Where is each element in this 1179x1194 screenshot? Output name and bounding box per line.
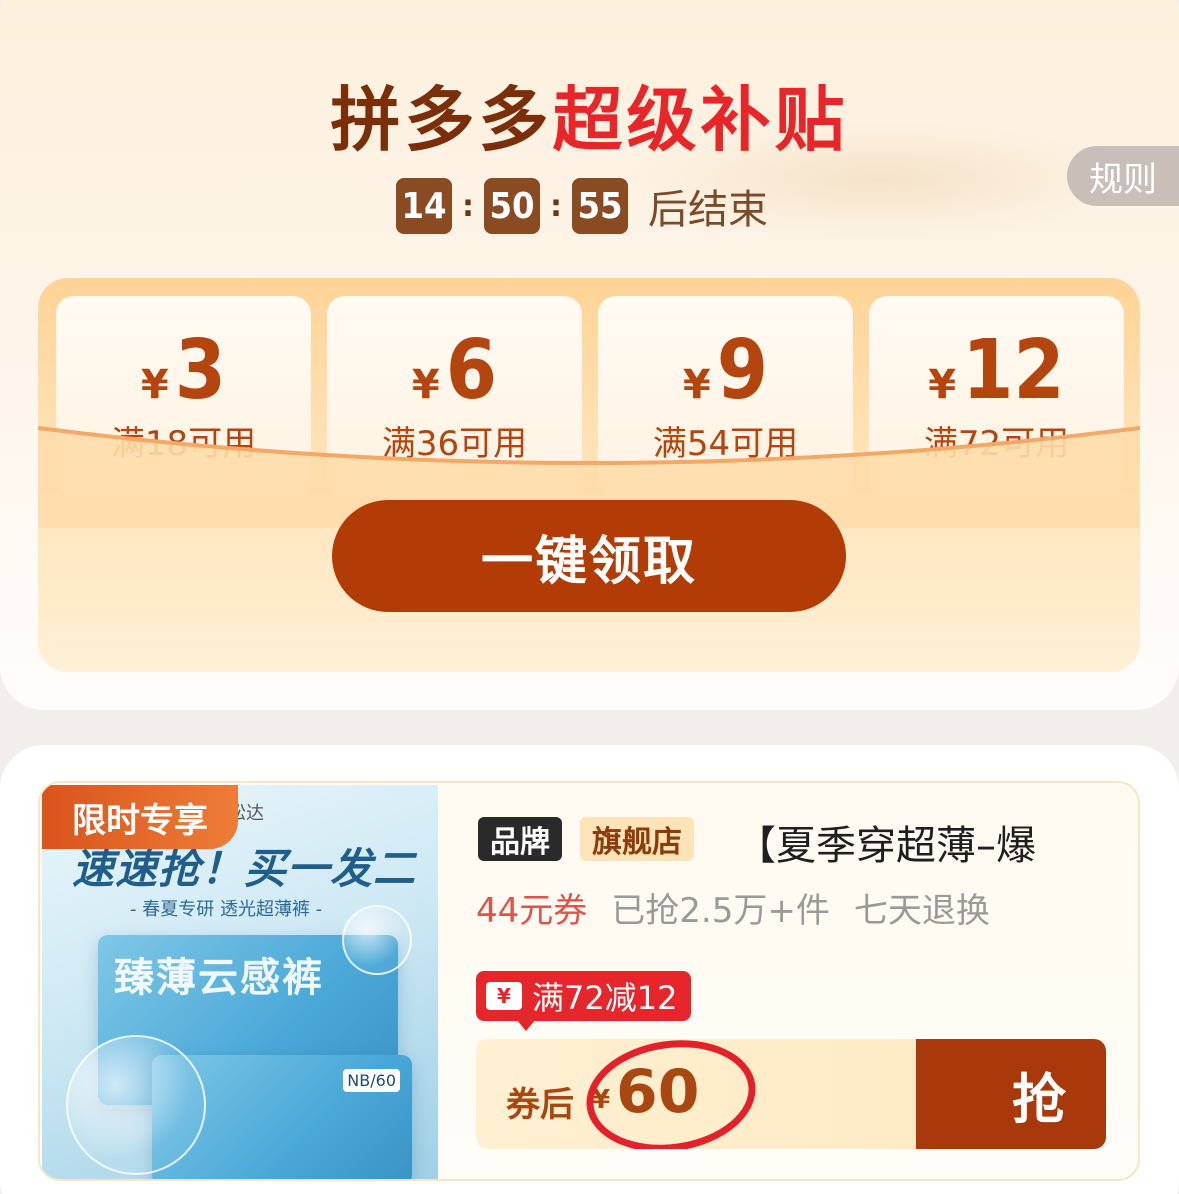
red-circle-annotation	[579, 1039, 763, 1149]
super-subsidy-card: 拼多多超级补贴 14 : 50 : 55 后结束 规则 ¥ 3 满18可用 ¥ …	[0, 0, 1179, 710]
countdown-seconds: 55	[572, 178, 628, 234]
sold-count: 已抢2.5万+件	[611, 891, 830, 931]
bubble-decoration	[66, 1035, 206, 1175]
product-title[interactable]: 【夏季穿超薄–爆	[736, 813, 1036, 871]
coupon-panel: ¥ 3 满18可用 ¥ 6 满36可用 ¥ 9 满54可用 ¥ 12 一键领取	[38, 278, 1140, 672]
bubble-decoration	[342, 905, 412, 975]
product-item[interactable]: 限时专享 松达 速速抢！买一发二 - 春夏专研 透光超薄裤 - 臻薄云感裤 NB…	[38, 781, 1140, 1181]
product-image[interactable]: 限时专享 松达 速速抢！买一发二 - 春夏专研 透光超薄裤 - 臻薄云感裤 NB…	[42, 785, 438, 1179]
title-subsidy: 超级补贴	[552, 79, 849, 161]
pack-label: 臻薄云感裤	[114, 955, 324, 1001]
countdown-colon: :	[550, 188, 562, 224]
coupon-amount: ¥ 9	[598, 326, 853, 416]
title-brand: 拼多多	[330, 79, 553, 161]
price-label: 券后	[506, 1085, 574, 1125]
discount-tag: ¥ 满72减12	[476, 971, 692, 1031]
coupon-amount: ¥ 3	[56, 326, 311, 416]
limited-time-tag: 限时专享	[42, 785, 238, 849]
coupon-value: 3	[174, 323, 227, 418]
product-card: 限时专享 松达 速速抢！买一发二 - 春夏专研 透光超薄裤 - 臻薄云感裤 NB…	[0, 745, 1179, 1194]
ticket-icon: ¥	[486, 982, 522, 1010]
image-promo-subtitle: - 春夏专研 透光超薄裤 -	[130, 899, 323, 920]
coupon-amount: ¥ 6	[327, 326, 582, 416]
coupon-value: 12	[962, 323, 1065, 418]
coupon-value: 6	[445, 323, 498, 418]
brand-badge: 品牌	[478, 817, 562, 861]
coupon-amount: ¥ 12	[869, 326, 1124, 416]
page-title: 拼多多超级补贴	[0, 75, 1179, 165]
yen-symbol: ¥	[411, 362, 440, 408]
countdown-colon: :	[462, 188, 474, 224]
yen-symbol: ¥	[682, 362, 711, 408]
coupon-value: 9	[716, 323, 769, 418]
yen-symbol: ¥	[140, 362, 169, 408]
price-bar[interactable]: 券后 ¥ 60 抢	[476, 1039, 1106, 1149]
return-policy: 七天退换	[853, 891, 990, 931]
countdown-suffix: 后结束	[648, 187, 768, 233]
yen-symbol: ¥	[928, 362, 957, 408]
countdown-minutes: 50	[484, 178, 540, 234]
pack-size: NB/60	[343, 1069, 400, 1092]
coupon-amount-text: 44元券	[476, 891, 588, 931]
countdown-hours: 14	[396, 178, 452, 234]
countdown-timer: 14 : 50 : 55 后结束	[396, 178, 768, 234]
rules-button[interactable]: 规则	[1067, 146, 1179, 206]
flagship-store-badge: 旗舰店	[580, 817, 694, 861]
discount-text: 满72减12	[532, 979, 678, 1017]
product-meta: 44元券 已抢2.5万+件 七天退换	[476, 883, 990, 932]
claim-all-button[interactable]: 一键领取	[332, 500, 846, 612]
grab-button[interactable]: 抢	[916, 1039, 1106, 1149]
